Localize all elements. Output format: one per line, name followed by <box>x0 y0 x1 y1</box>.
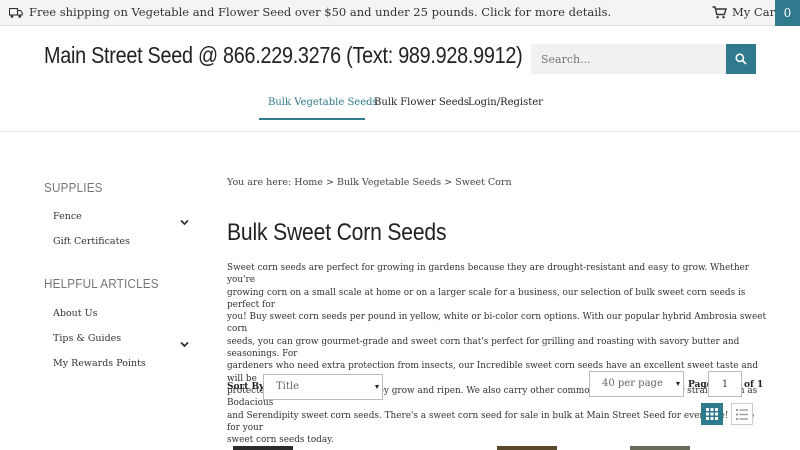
nav-bulk-flower-seeds[interactable]: Bulk Flower Seeds <box>374 97 469 118</box>
sidebar-item-gift-certificates[interactable]: Gift Certificates <box>53 236 130 247</box>
search-button[interactable] <box>726 44 756 74</box>
nav-login-register[interactable]: Login/Register <box>468 97 543 118</box>
description-line: Sweet corn seeds are perfect for growing… <box>227 263 750 286</box>
grid-icon <box>706 408 718 420</box>
shopping-cart-icon <box>712 6 727 19</box>
sidebar-item-tips-guides[interactable]: Tips & Guides <box>53 333 121 344</box>
product-thumbnail[interactable] <box>630 446 690 450</box>
description-line: growing corn on a small scale at home or… <box>227 287 746 310</box>
category-description: Sweet corn seeds are perfect for growing… <box>227 262 769 446</box>
my-cart-link[interactable]: My Cart <box>712 5 780 19</box>
sidebar-item-my-rewards-points[interactable]: My Rewards Points <box>53 358 146 369</box>
sort-by-value: Title <box>276 381 300 392</box>
cart-label: My Cart <box>732 5 780 19</box>
per-page-select[interactable]: 40 per page <box>589 371 684 397</box>
site-title[interactable]: Main Street Seed @ 866.229.3276 (Text: 9… <box>44 42 523 69</box>
dropdown-arrow-icon <box>375 385 379 389</box>
description-line: seeds, you can grow gourmet-grade and sw… <box>227 336 740 360</box>
header-divider <box>0 131 800 132</box>
chevron-down-icon[interactable] <box>180 333 189 352</box>
breadcrumb-prefix: You are here: <box>227 177 292 188</box>
sidebar-item-about-us[interactable]: About Us <box>53 308 98 319</box>
sidebar-heading-helpful-articles: HELPFUL ARTICLES <box>44 276 159 291</box>
search-icon <box>735 53 747 65</box>
breadcrumb-bulk-vegetable-seeds[interactable]: Bulk Vegetable Seeds <box>337 177 441 188</box>
per-page-value: 40 per page <box>602 378 663 389</box>
promo-bar: Free shipping on Vegetable and Flower Se… <box>0 0 800 26</box>
truck-icon <box>8 7 23 21</box>
sort-by-label: Sort By: <box>227 382 268 392</box>
nav-bulk-vegetable-seeds[interactable]: Bulk Vegetable Seeds <box>259 97 378 120</box>
sidebar-heading-supplies: SUPPLIES <box>44 180 103 195</box>
sidebar-item-fence[interactable]: Fence <box>53 211 82 222</box>
breadcrumb-separator: > <box>325 177 334 188</box>
description-line: and Serendipity sweet corn seeds. There'… <box>227 410 755 433</box>
page-number-input[interactable] <box>708 371 742 397</box>
free-shipping-banner[interactable]: Free shipping on Vegetable and Flower Se… <box>8 5 612 21</box>
product-thumbnail[interactable] <box>497 446 557 450</box>
dropdown-arrow-icon <box>676 382 680 386</box>
search-input[interactable] <box>531 44 726 74</box>
list-view-button[interactable] <box>731 403 753 425</box>
page-total: of 1 <box>744 380 764 390</box>
product-thumbnail[interactable] <box>233 446 293 450</box>
grid-view-button[interactable] <box>701 403 723 425</box>
promo-text: Free shipping on Vegetable and Flower Se… <box>29 5 612 19</box>
chevron-down-icon[interactable] <box>180 211 189 230</box>
description-line: sweet corn seeds today. <box>227 435 334 446</box>
cart-count-badge[interactable]: 0 <box>775 0 800 26</box>
search-box <box>531 44 756 74</box>
breadcrumb-current: Sweet Corn <box>455 177 512 188</box>
page-title: Bulk Sweet Corn Seeds <box>227 219 447 246</box>
breadcrumb-home[interactable]: Home <box>294 177 323 188</box>
list-icon <box>736 408 748 420</box>
breadcrumb: You are here: Home > Bulk Vegetable Seed… <box>227 177 512 188</box>
sort-by-select[interactable]: Title <box>263 374 383 400</box>
description-line: you! Buy sweet corn seeds per pound in y… <box>227 312 767 335</box>
breadcrumb-separator: > <box>444 177 453 188</box>
